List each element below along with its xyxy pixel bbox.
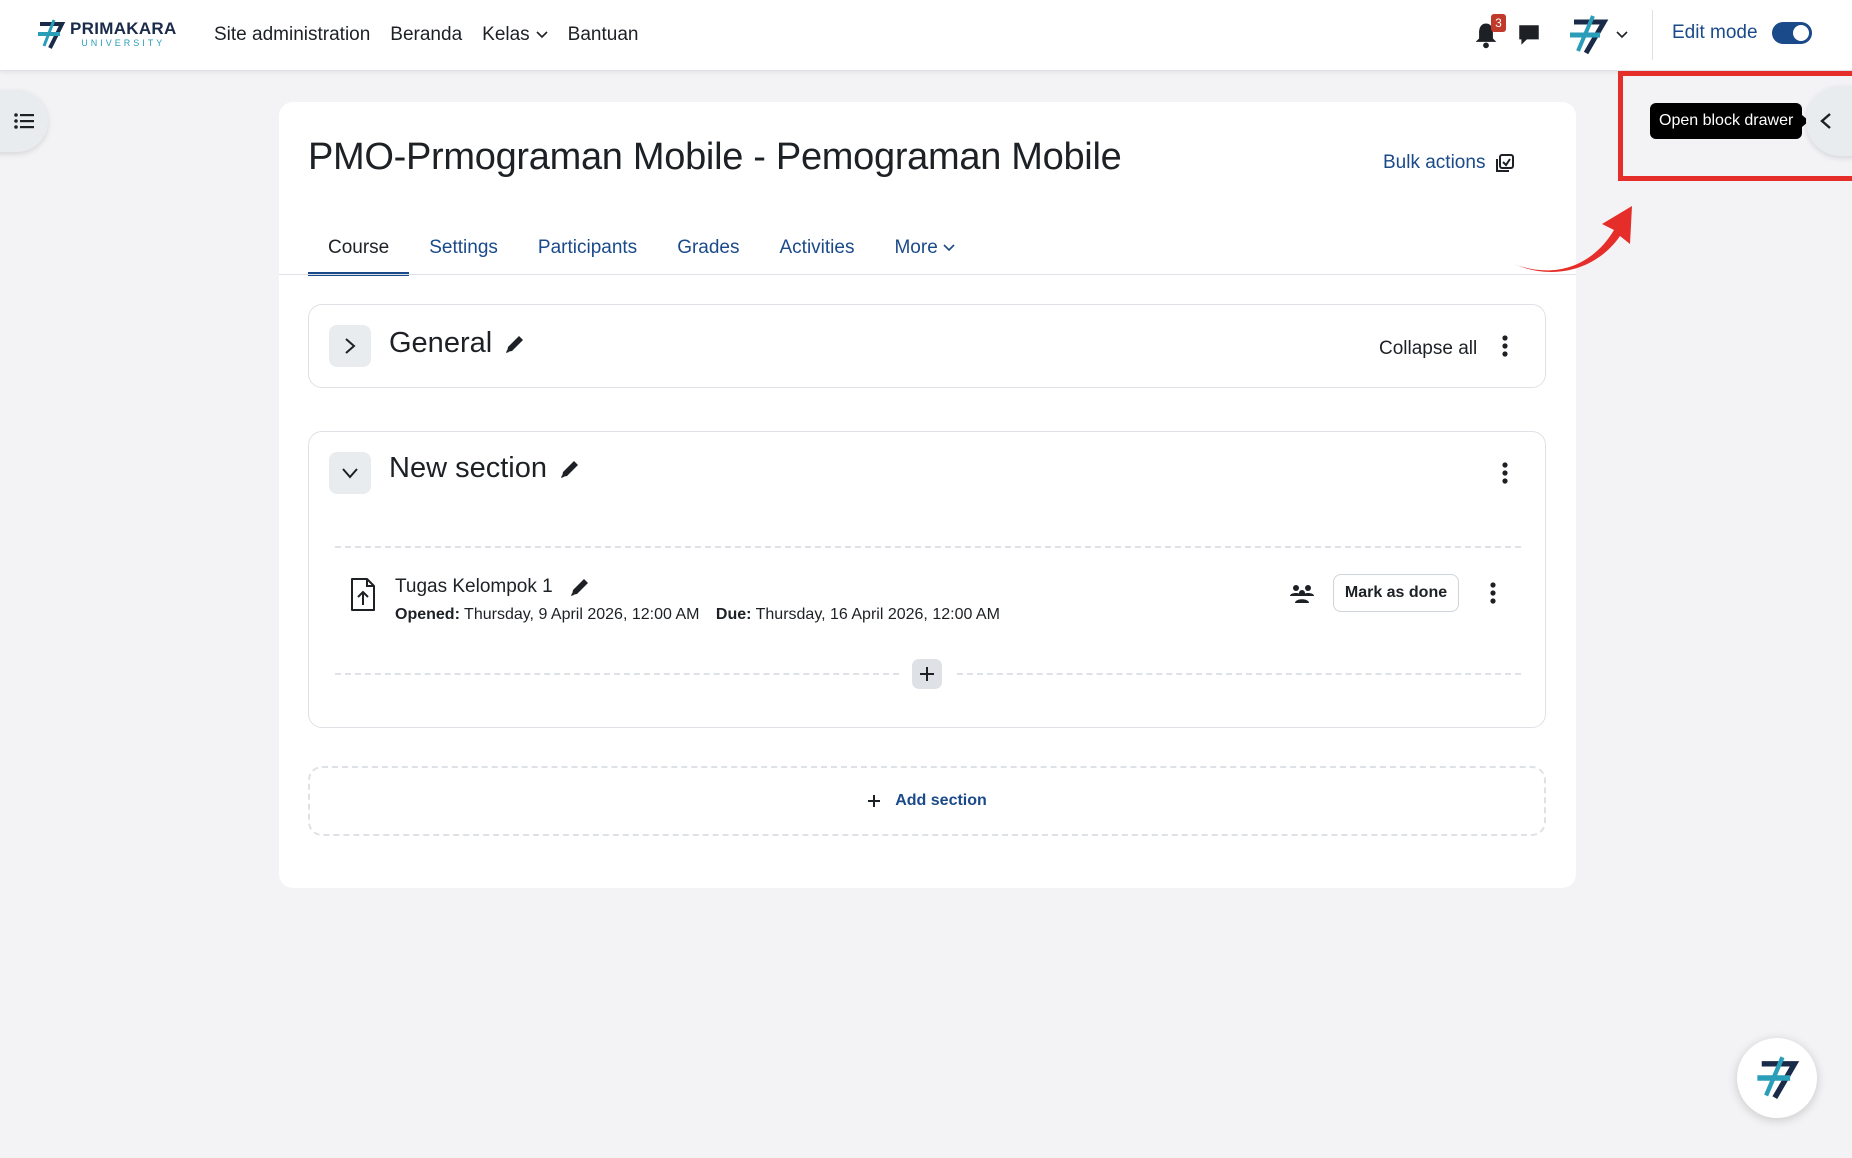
plus-icon [920,667,934,681]
brand-sub: UNIVERSITY [81,38,166,48]
section-general-title: General [389,327,526,360]
nav-bantuan[interactable]: Bantuan [568,24,639,46]
course-index-toggle[interactable] [0,90,48,152]
chevron-down-icon [342,468,358,479]
tab-settings[interactable]: Settings [409,220,518,276]
course-content-card: PMO-Prmograman Mobile - Pemograman Mobil… [279,102,1576,888]
group-mode-icon[interactable] [1289,582,1315,606]
nav-kelas-label: Kelas [482,24,530,45]
add-activity-divider-left [335,673,899,675]
tab-course[interactable]: Course [308,220,410,276]
tab-activities[interactable]: Activities [760,220,875,276]
collapse-all-link[interactable]: Collapse all [1379,338,1477,360]
plus-icon [868,795,881,807]
edit-mode-switch[interactable]: Edit mode [1672,0,1812,66]
brand-logo[interactable]: PRIMAKARA UNIVERSITY [36,16,177,52]
avatar [1570,15,1609,55]
due-label: Due: [715,606,752,623]
mark-as-done-button[interactable]: Mark as done [1333,574,1459,612]
add-activity-divider-right [957,673,1521,675]
floating-brand-button[interactable] [1737,1038,1817,1118]
nav-kelas[interactable]: Kelas [482,24,548,46]
edit-mode-label: Edit mode [1672,22,1758,43]
section-new-title: New section [389,452,581,485]
opened-label: Opened: [395,606,460,623]
chevron-down-icon [1616,31,1628,39]
annotation-arrow-icon [1514,206,1632,272]
nav-beranda[interactable]: Beranda [390,24,462,46]
section-menu-button[interactable] [1495,458,1515,488]
assignment-upload-icon [351,578,375,611]
section-new: New section Tugas Kelompok 1 Opened: Thu… [308,431,1546,728]
section-title-text[interactable]: New section [389,452,547,485]
opened-value: Thursday, 9 April 2026, 12:00 AM [464,606,700,623]
pencil-icon[interactable] [559,458,581,480]
annotation-highlight-box [1618,71,1852,181]
section-title-text[interactable]: General [389,327,492,360]
add-section-button[interactable]: Add section [308,766,1546,836]
activity-menu-button[interactable] [1483,578,1503,608]
chevron-right-icon [345,338,356,354]
top-navbar: PRIMAKARA UNIVERSITY Site administration… [0,0,1852,71]
pencil-icon[interactable] [504,333,526,355]
chevron-down-icon [536,31,548,39]
toggle-knob [1792,25,1809,41]
chevron-down-icon [943,244,955,252]
primakara-logo-icon [1757,1056,1800,1100]
nav-site-administration[interactable]: Site administration [214,24,370,46]
primary-nav: Site administration Beranda Kelas Bantua… [214,0,638,70]
activity-name: Tugas Kelompok 1 [395,576,553,597]
kebab-icon [1502,462,1508,484]
tab-more-label: More [894,237,938,258]
section-general: General Collapse all [308,304,1546,388]
primakara-logo-icon [38,19,66,49]
kebab-icon [1490,582,1496,604]
section-menu-button[interactable] [1495,331,1515,361]
kebab-icon [1502,335,1508,357]
edit-mode-toggle[interactable] [1771,22,1812,44]
add-activity-button[interactable] [912,659,942,689]
bulk-actions-label: Bulk actions [1383,152,1486,173]
bulk-actions-button[interactable]: Bulk actions [1383,152,1515,174]
due-value: Thursday, 16 April 2026, 12:00 AM [755,606,1000,623]
page-title: PMO-Prmograman Mobile - Pemograman Mobil… [308,136,1122,178]
activity-dates: Opened: Thursday, 9 April 2026, 12:00 AM… [395,606,1000,624]
section-divider [335,546,1521,548]
user-menu[interactable] [1566,10,1628,60]
tab-more[interactable]: More [874,220,974,276]
tab-grades[interactable]: Grades [657,220,759,276]
list-icon [14,113,34,129]
brand-name: PRIMAKARA [70,19,177,38]
nav-divider [1652,10,1653,60]
bulk-edit-icon [1496,154,1515,172]
collapse-section-button[interactable] [329,452,371,494]
activity-link[interactable]: Tugas Kelompok 1 [395,576,591,598]
expand-section-button[interactable] [329,325,371,367]
pencil-icon[interactable] [569,576,591,598]
tab-participants[interactable]: Participants [518,220,657,276]
add-section-label: Add section [895,792,987,809]
course-tabs: Course Settings Participants Grades Acti… [308,220,975,276]
notification-badge: 3 [1491,14,1506,32]
tabs-divider [279,274,1576,275]
messages-icon[interactable] [1516,20,1542,50]
